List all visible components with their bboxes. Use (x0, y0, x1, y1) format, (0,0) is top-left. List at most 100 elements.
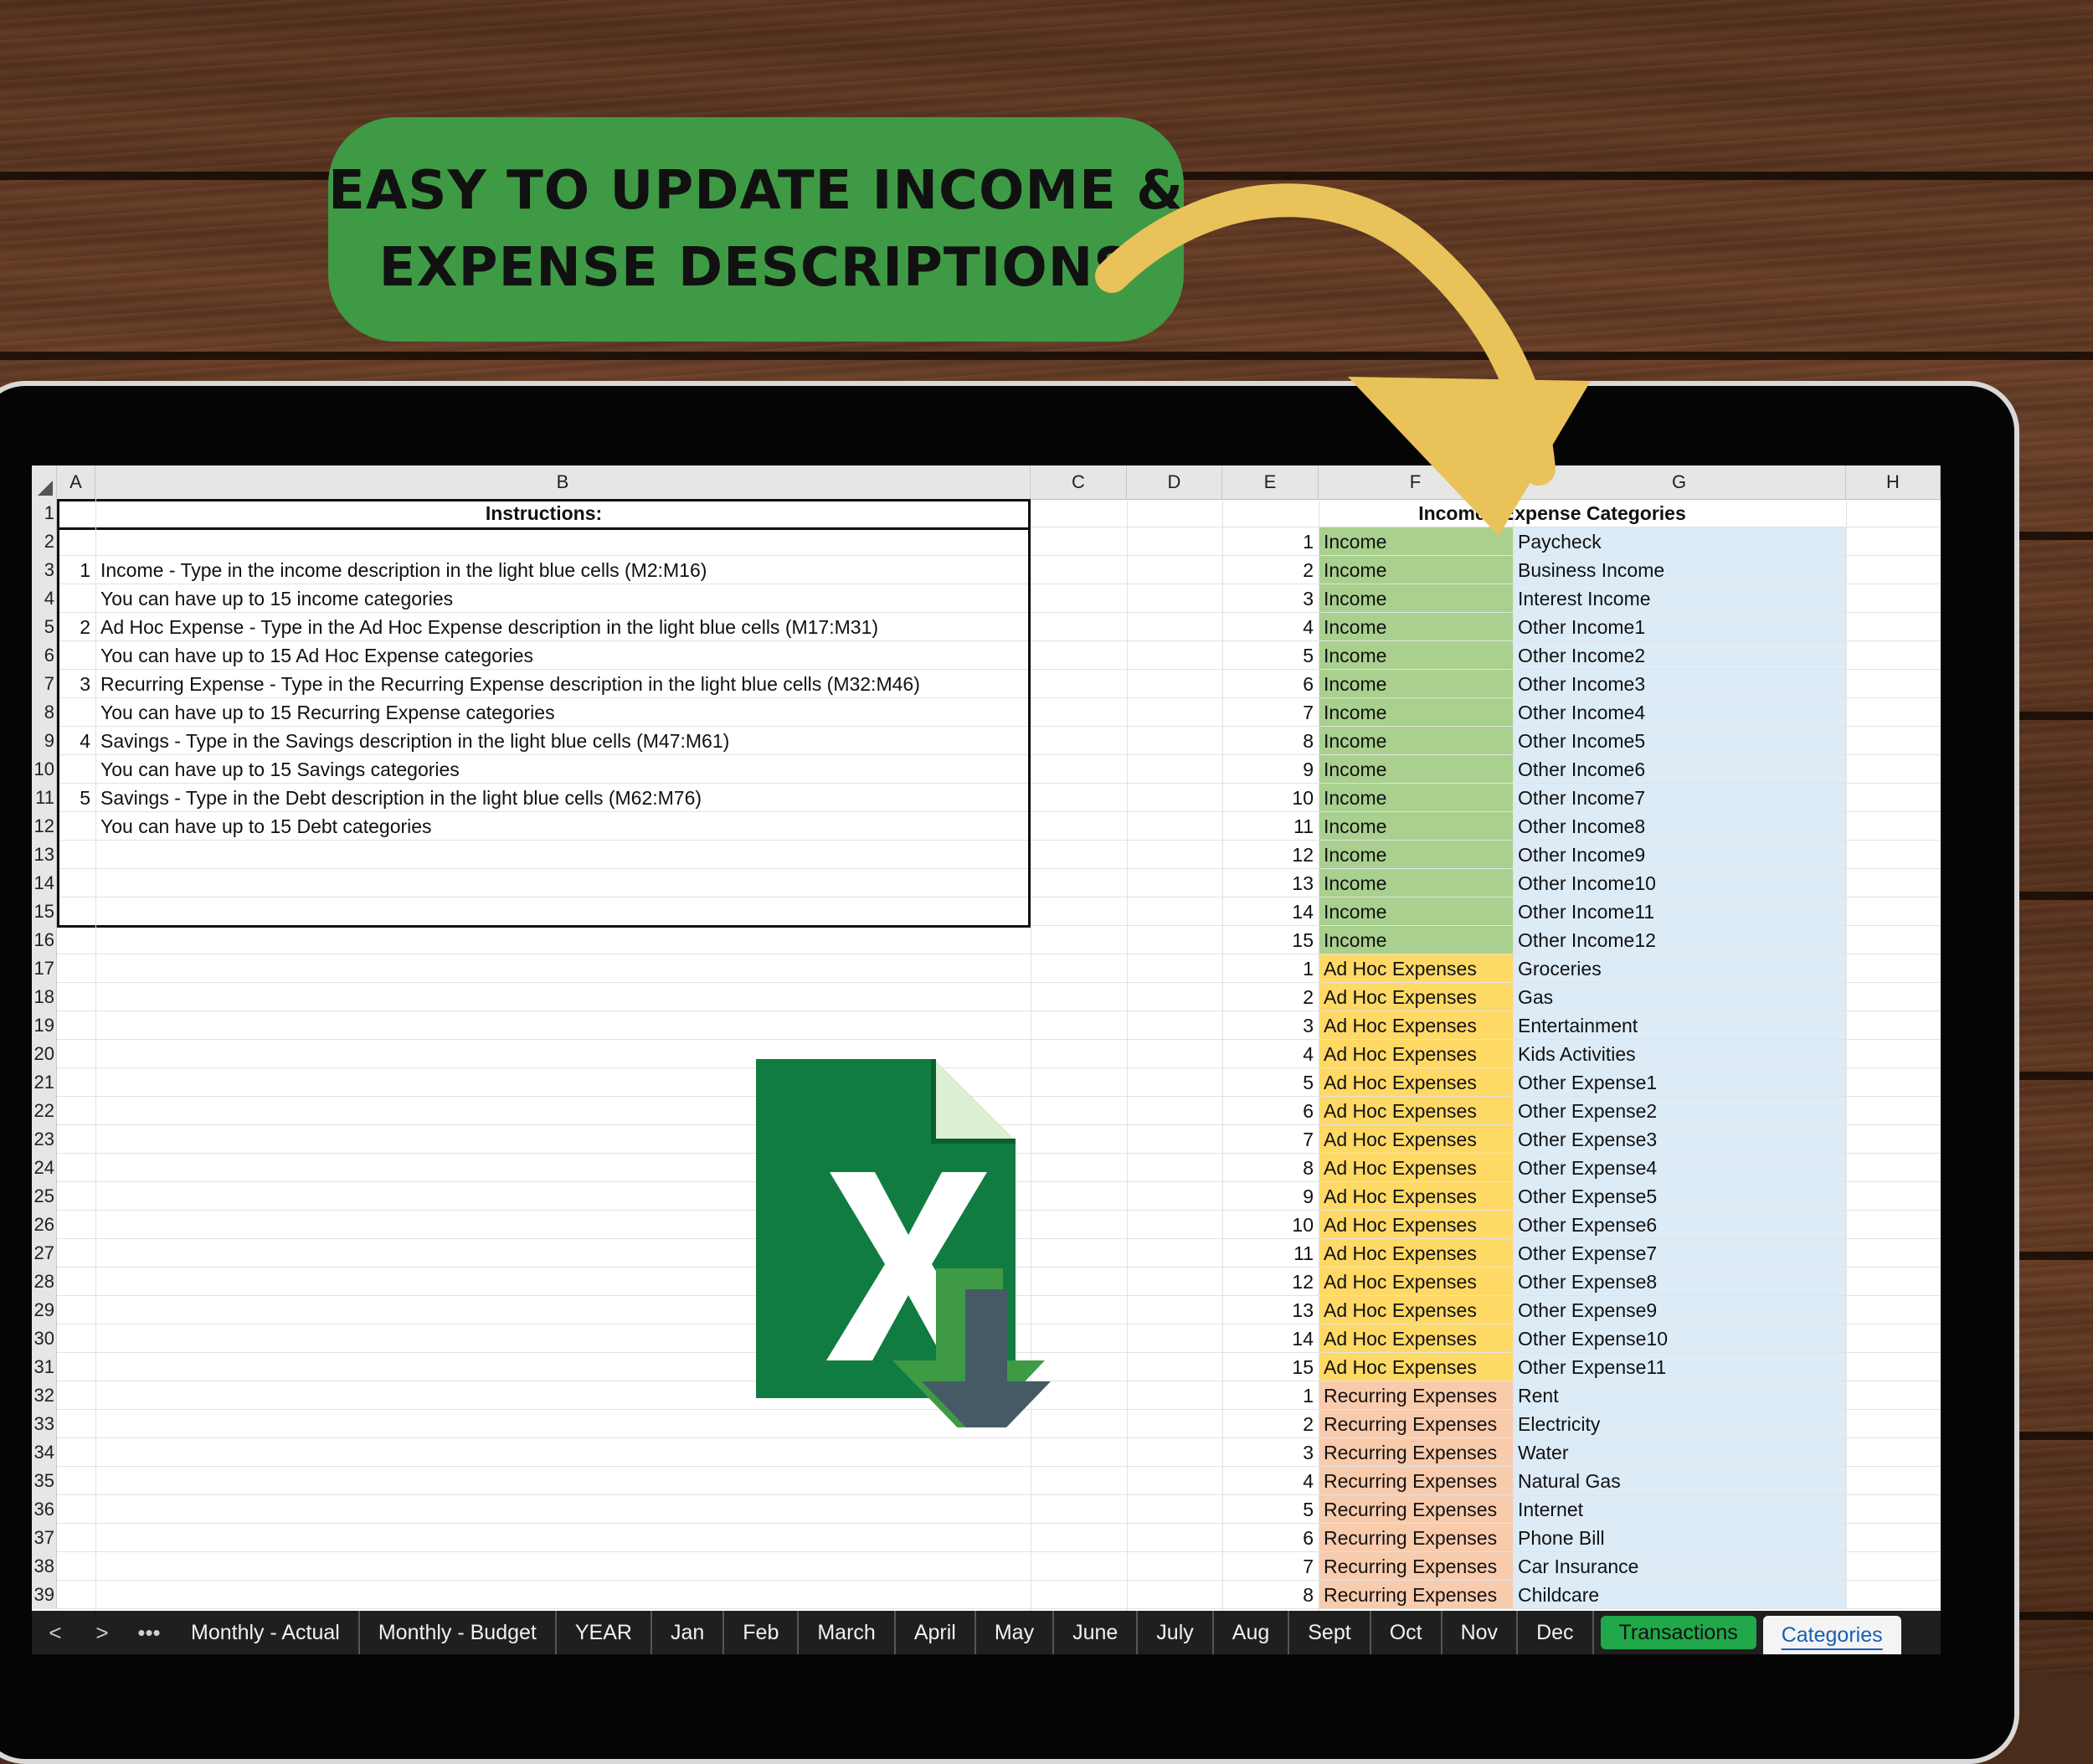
category-number[interactable]: 3 (1222, 1438, 1314, 1467)
column-header-f[interactable]: F (1319, 465, 1513, 499)
category-number[interactable]: 12 (1222, 841, 1314, 869)
sheet-tab-nov[interactable]: Nov (1442, 1611, 1519, 1654)
category-type[interactable]: Ad Hoc Expenses (1324, 1211, 1511, 1239)
row-number[interactable]: 25 (32, 1182, 57, 1211)
category-number[interactable]: 4 (1222, 1040, 1314, 1068)
sheet-tab-oct[interactable]: Oct (1371, 1611, 1442, 1654)
column-header-b[interactable]: B (95, 465, 1031, 499)
categories-title[interactable]: Income / Expense Categories (1259, 499, 1845, 527)
category-description[interactable]: Water (1518, 1438, 1844, 1467)
category-description[interactable]: Gas (1518, 983, 1844, 1011)
tab-more-button[interactable]: ••• (126, 1620, 172, 1646)
category-description[interactable]: Other Expense9 (1518, 1296, 1844, 1324)
category-number[interactable]: 8 (1222, 727, 1314, 755)
row-number[interactable]: 4 (32, 584, 57, 613)
category-type[interactable]: Income (1324, 784, 1511, 812)
row-number[interactable]: 29 (32, 1296, 57, 1324)
category-description[interactable]: Other Expense3 (1518, 1125, 1844, 1154)
category-number[interactable]: 7 (1222, 698, 1314, 727)
row-number[interactable]: 5 (32, 613, 57, 641)
category-description[interactable]: Electricity (1518, 1410, 1844, 1438)
row-number[interactable]: 7 (32, 670, 57, 698)
column-header-a[interactable]: A (57, 465, 95, 499)
sheet-tab-dec[interactable]: Dec (1518, 1611, 1594, 1654)
category-number[interactable]: 6 (1222, 1097, 1314, 1125)
sheet-tab-april[interactable]: April (896, 1611, 976, 1654)
row-number[interactable]: 18 (32, 983, 57, 1011)
category-description[interactable]: Other Income11 (1518, 897, 1844, 926)
row-number[interactable]: 6 (32, 641, 57, 670)
category-description[interactable]: Other Expense5 (1518, 1182, 1844, 1211)
category-number[interactable]: 8 (1222, 1581, 1314, 1609)
category-number[interactable]: 6 (1222, 1524, 1314, 1552)
category-type[interactable]: Income (1324, 897, 1511, 926)
category-number[interactable]: 14 (1222, 897, 1314, 926)
row-number[interactable]: 15 (32, 897, 57, 926)
column-header-e[interactable]: E (1222, 465, 1319, 499)
instruction-text[interactable]: You can have up to 15 income categories (100, 584, 1026, 613)
category-description[interactable]: Other Income2 (1518, 641, 1844, 670)
category-type[interactable]: Recurring Expenses (1324, 1552, 1511, 1581)
instruction-text[interactable]: You can have up to 15 Debt categories (100, 812, 1026, 841)
sheet-tab-transactions[interactable]: Transactions (1600, 1616, 1756, 1649)
row-number[interactable]: 3 (32, 556, 57, 584)
category-number[interactable]: 12 (1222, 1268, 1314, 1296)
category-description[interactable]: Other Income3 (1518, 670, 1844, 698)
category-type[interactable]: Income (1324, 670, 1511, 698)
instruction-text[interactable]: You can have up to 15 Savings categories (100, 755, 1026, 784)
category-type[interactable]: Ad Hoc Expenses (1324, 1353, 1511, 1381)
instructions-title[interactable]: Instructions: (57, 499, 1031, 527)
column-header-g[interactable]: G (1513, 465, 1846, 499)
category-number[interactable]: 10 (1222, 1211, 1314, 1239)
tab-prev-button[interactable]: < (32, 1620, 79, 1646)
sheet-tab-june[interactable]: June (1054, 1611, 1139, 1654)
category-number[interactable]: 13 (1222, 1296, 1314, 1324)
row-number[interactable]: 19 (32, 1011, 57, 1040)
row-number[interactable]: 33 (32, 1410, 57, 1438)
category-description[interactable]: Car Insurance (1518, 1552, 1844, 1581)
category-type[interactable]: Income (1324, 926, 1511, 954)
category-number[interactable]: 15 (1222, 926, 1314, 954)
column-header-c[interactable]: C (1031, 465, 1127, 499)
category-number[interactable]: 11 (1222, 812, 1314, 841)
category-description[interactable]: Rent (1518, 1381, 1844, 1410)
category-description[interactable]: Other Expense7 (1518, 1239, 1844, 1268)
row-number[interactable]: 34 (32, 1438, 57, 1467)
category-description[interactable]: Other Expense1 (1518, 1068, 1844, 1097)
sheet-tab-sept[interactable]: Sept (1289, 1611, 1371, 1654)
category-type[interactable]: Ad Hoc Expenses (1324, 1268, 1511, 1296)
category-type[interactable]: Income (1324, 727, 1511, 755)
row-number[interactable]: 37 (32, 1524, 57, 1552)
category-type[interactable]: Ad Hoc Expenses (1324, 1068, 1511, 1097)
category-description[interactable]: Other Expense8 (1518, 1268, 1844, 1296)
row-number[interactable]: 17 (32, 954, 57, 983)
category-type[interactable]: Recurring Expenses (1324, 1495, 1511, 1524)
category-number[interactable]: 2 (1222, 556, 1314, 584)
category-description[interactable]: Other Expense6 (1518, 1211, 1844, 1239)
category-number[interactable]: 5 (1222, 1068, 1314, 1097)
sheet-tab-monthly-budget[interactable]: Monthly - Budget (360, 1611, 557, 1654)
category-number[interactable]: 7 (1222, 1125, 1314, 1154)
category-number[interactable]: 2 (1222, 983, 1314, 1011)
category-number[interactable]: 2 (1222, 1410, 1314, 1438)
sheet-tab-monthly-actual[interactable]: Monthly - Actual (172, 1611, 360, 1654)
sheet-tab-may[interactable]: May (976, 1611, 1055, 1654)
category-type[interactable]: Ad Hoc Expenses (1324, 1011, 1511, 1040)
row-number[interactable]: 27 (32, 1239, 57, 1268)
row-number[interactable]: 20 (32, 1040, 57, 1068)
category-number[interactable]: 3 (1222, 1011, 1314, 1040)
category-description[interactable]: Phone Bill (1518, 1524, 1844, 1552)
instruction-text[interactable]: Savings - Type in the Debt description i… (100, 784, 1026, 812)
category-description[interactable]: Other Expense2 (1518, 1097, 1844, 1125)
instruction-number[interactable]: 3 (57, 670, 90, 698)
instruction-number[interactable] (57, 698, 90, 727)
row-number[interactable]: 12 (32, 812, 57, 841)
category-number[interactable]: 1 (1222, 954, 1314, 983)
category-description[interactable]: Other Income10 (1518, 869, 1844, 897)
sheet-tab-categories[interactable]: Categories (1762, 1616, 1901, 1654)
category-description[interactable]: Childcare (1518, 1581, 1844, 1609)
category-type[interactable]: Recurring Expenses (1324, 1524, 1511, 1552)
sheet-tab-jan[interactable]: Jan (652, 1611, 725, 1654)
category-description[interactable]: Entertainment (1518, 1011, 1844, 1040)
category-number[interactable]: 5 (1222, 1495, 1314, 1524)
